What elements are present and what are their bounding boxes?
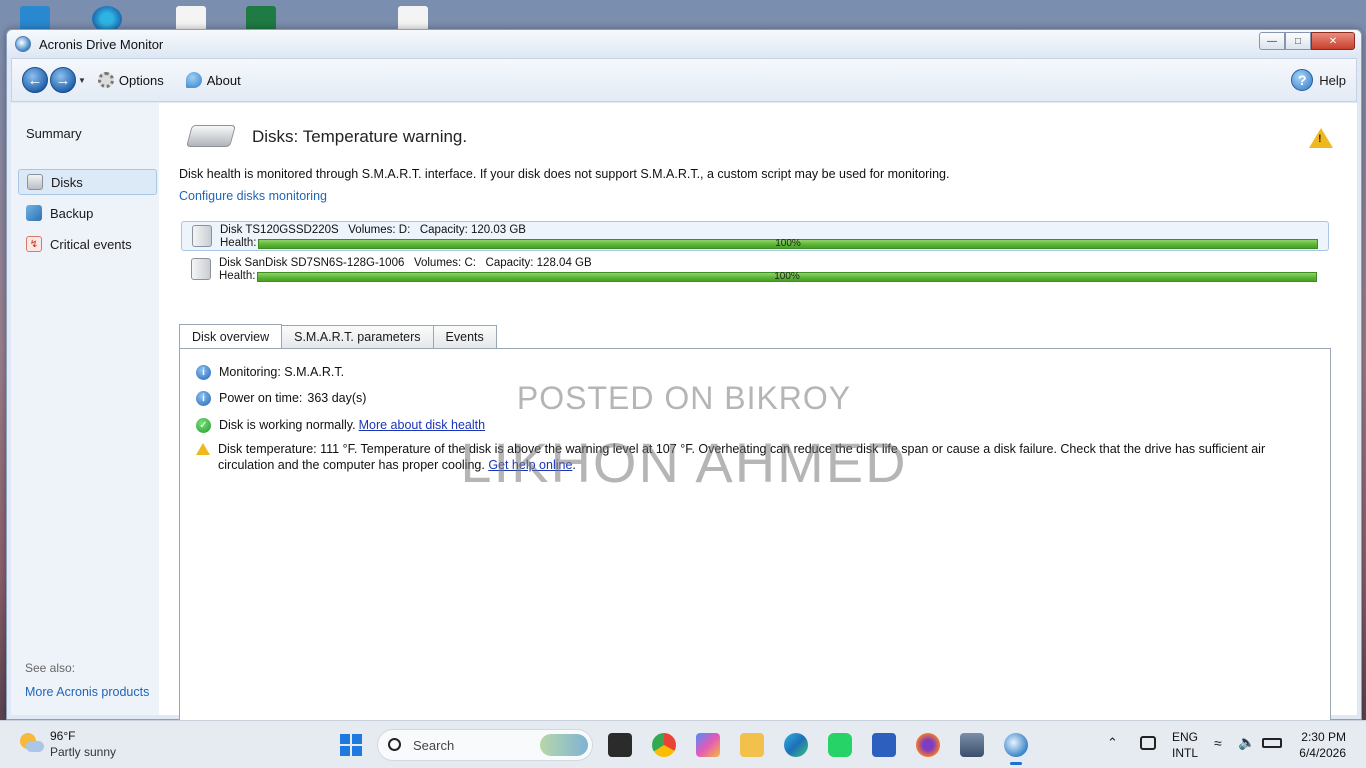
- critical-events-icon: ↯: [26, 236, 42, 252]
- whatsapp-icon[interactable]: [828, 733, 852, 757]
- window-controls: — □ ✕: [1259, 32, 1355, 50]
- microsoft-store-icon[interactable]: [872, 733, 896, 757]
- back-arrow-icon[interactable]: ←: [22, 67, 48, 93]
- sidebar-item-label: Disks: [51, 174, 83, 190]
- clock-time[interactable]: 2:30 PM: [1301, 730, 1346, 744]
- network-app-icon[interactable]: [960, 733, 984, 757]
- minimize-button[interactable]: —: [1259, 32, 1285, 50]
- backup-icon: [26, 205, 42, 221]
- help-button[interactable]: ? Help: [1291, 69, 1346, 91]
- tab-events[interactable]: Events: [432, 325, 497, 348]
- app-window: Acronis Drive Monitor — □ ✕ ← → ▼ Option…: [6, 29, 1362, 737]
- hard-disk-icon: [186, 125, 236, 147]
- taskbar-search[interactable]: Search: [377, 729, 593, 761]
- monitoring-description: Disk health is monitored through S.M.A.R…: [179, 167, 950, 181]
- help-label: Help: [1319, 72, 1346, 88]
- disk-info: Disk SanDisk SD7SN6S-128G-1006 Volumes: …: [219, 257, 592, 269]
- close-button[interactable]: ✕: [1311, 32, 1355, 50]
- language-indicator[interactable]: ENG: [1172, 730, 1198, 744]
- health-label: Health:: [220, 237, 257, 249]
- options-label: Options: [118, 72, 164, 88]
- disk-icon: [27, 174, 43, 190]
- search-highlight-image: [540, 734, 588, 756]
- warning-icon: !: [1309, 128, 1333, 148]
- wifi-icon[interactable]: ≈: [1214, 735, 1222, 751]
- about-button[interactable]: About: [185, 72, 241, 88]
- keyboard-layout-indicator[interactable]: INTL: [1172, 746, 1198, 760]
- clock-date[interactable]: 6/4/2026: [1299, 746, 1346, 760]
- cloud-icon: [26, 741, 44, 752]
- tab-bar: Disk overview S.M.A.R.T. parameters Even…: [179, 324, 497, 348]
- edge-icon[interactable]: [784, 733, 808, 757]
- sidebar-item-critical-events[interactable]: ↯ Critical events: [18, 231, 157, 257]
- volume-icon[interactable]: 🔈: [1238, 734, 1255, 751]
- health-bar: 100%: [257, 271, 1317, 282]
- monitoring-row: i Monitoring: S.M.A.R.T.: [196, 365, 344, 380]
- health-percent: 100%: [774, 271, 800, 282]
- start-button[interactable]: [340, 734, 362, 756]
- sidebar-item-label: Critical events: [50, 236, 132, 252]
- window-title: Acronis Drive Monitor: [39, 36, 164, 52]
- about-label: About: [206, 72, 241, 88]
- toolbar: ← → ▼ Options About ? Help: [11, 58, 1357, 102]
- disk-info: Disk TS120GSSD220S Volumes: D: Capacity:…: [220, 224, 526, 236]
- tab-disk-overview[interactable]: Disk overview: [179, 324, 283, 348]
- health-percent: 100%: [775, 238, 801, 249]
- battery-icon[interactable]: [1262, 738, 1282, 748]
- weather-icon[interactable]: [20, 733, 44, 753]
- copilot-icon[interactable]: [696, 733, 720, 757]
- acronis-app-icon: [15, 36, 31, 52]
- search-placeholder: Search: [413, 738, 455, 753]
- health-bar: 100%: [258, 238, 1318, 249]
- task-view-icon[interactable]: [608, 733, 632, 757]
- sidebar-item-backup[interactable]: Backup: [18, 200, 157, 226]
- configure-disks-monitoring-link[interactable]: Configure disks monitoring: [179, 189, 327, 203]
- tab-smart-parameters[interactable]: S.M.A.R.T. parameters: [281, 325, 434, 348]
- health-label: Health:: [219, 270, 256, 282]
- title-bar[interactable]: Acronis Drive Monitor — □ ✕: [7, 30, 1361, 58]
- forward-arrow-icon[interactable]: →: [50, 67, 76, 93]
- speech-bubble-icon: [185, 72, 202, 88]
- page-title: Disks: Temperature warning.: [252, 127, 468, 146]
- disk-row[interactable]: Disk SanDisk SD7SN6S-128G-1006 Volumes: …: [181, 255, 1329, 285]
- gear-icon: [97, 72, 114, 88]
- chrome-icon[interactable]: [652, 733, 676, 757]
- see-also-label: See also:: [25, 661, 76, 675]
- taskbar: 96°F Partly sunny Search ⌃ ENG INTL ≈ 🔈 …: [0, 720, 1366, 768]
- chevron-up-icon[interactable]: ⌃: [1107, 735, 1118, 751]
- file-explorer-icon[interactable]: [740, 733, 764, 757]
- firefox-icon[interactable]: [916, 733, 940, 757]
- more-acronis-products-link[interactable]: More Acronis products: [25, 685, 149, 699]
- info-icon: i: [196, 365, 211, 380]
- maximize-button[interactable]: □: [1285, 32, 1311, 50]
- monitoring-text: Monitoring: S.M.A.R.T.: [219, 365, 345, 379]
- watermark-line-2: LIKHON AHMED: [460, 431, 908, 494]
- search-icon: [388, 738, 401, 751]
- disk-row[interactable]: Disk TS120GSSD220S Volumes: D: Capacity:…: [181, 221, 1329, 251]
- desktop-icons: [0, 0, 1366, 32]
- options-button[interactable]: Options: [97, 72, 164, 88]
- sidebar-item-summary[interactable]: Summary: [26, 126, 82, 141]
- sidebar-item-label: Backup: [50, 205, 94, 221]
- history-dropdown-icon[interactable]: ▼: [78, 76, 86, 85]
- help-icon: ?: [1291, 69, 1314, 91]
- weather-description[interactable]: Partly sunny: [50, 745, 116, 759]
- acronis-taskbar-icon[interactable]: [1004, 733, 1028, 765]
- disk-icon: [191, 258, 211, 280]
- network-disconnected-icon[interactable]: [1140, 736, 1156, 750]
- weather-temperature[interactable]: 96°F: [50, 729, 75, 743]
- watermark-line-1: POSTED ON BIKROY: [516, 380, 852, 416]
- disk-icon: [192, 225, 212, 247]
- sidebar-item-disks[interactable]: Disks: [18, 169, 157, 195]
